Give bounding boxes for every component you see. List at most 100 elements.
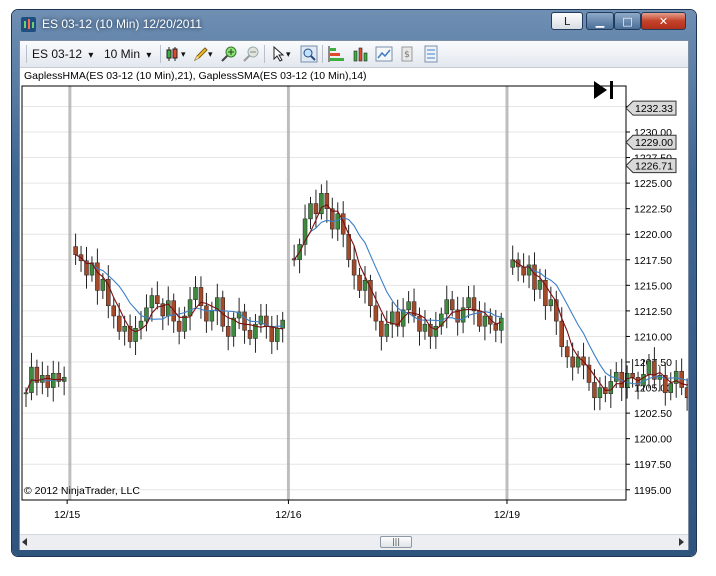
candle-body <box>357 274 362 291</box>
chart-client-area: ES 03-12 ▾ 10 Min ▾ ▾ ▾ ▾ $ 1230.00 1225… <box>19 40 689 550</box>
candle-body <box>133 328 138 342</box>
candle-body <box>422 323 428 332</box>
candle-body <box>379 320 384 337</box>
scrollbar-thumb[interactable]: ||| <box>380 536 412 548</box>
horizontal-scrollbar[interactable]: ||| <box>20 534 688 550</box>
candle-body <box>280 319 285 329</box>
y-tick-label: 1210.00 <box>634 331 672 343</box>
y-tick-label: 1225.00 <box>634 178 672 190</box>
candle-body <box>592 382 597 399</box>
candle-body <box>646 360 652 375</box>
candle-body <box>406 301 411 311</box>
candle-body <box>668 383 673 393</box>
instrument-label: ES 03-12 <box>32 47 83 61</box>
price-chart[interactable]: 1232.501230.001227.501225.001222.501220.… <box>20 68 688 534</box>
candle-body <box>351 259 357 276</box>
magnifier-icon[interactable] <box>300 45 318 63</box>
chevron-down-icon: ▾ <box>88 50 94 61</box>
close-button[interactable]: ✕ <box>641 12 686 30</box>
title-bar[interactable]: ES 03-12 (10 Min) 12/20/2011 L ▁ □ ✕ <box>12 10 696 38</box>
candle-body <box>225 325 231 337</box>
y-tick-label: 1212.50 <box>634 306 672 318</box>
price-marker-label: 1226.71 <box>635 161 673 173</box>
plot-area-border <box>21 85 627 501</box>
minimize-button[interactable]: ▁ <box>586 12 614 30</box>
x-tick-label: 12/19 <box>494 509 520 521</box>
interval-label: 10 Min <box>104 47 141 61</box>
candle-body <box>373 305 379 322</box>
candle-body <box>166 300 171 317</box>
chevron-down-icon[interactable]: ▾ <box>286 45 291 63</box>
data-box-icon[interactable]: $ <box>398 45 416 63</box>
x-tick-label: 12/16 <box>275 509 301 521</box>
candle-body <box>471 297 477 312</box>
candle-body <box>335 213 340 230</box>
interval-selector[interactable]: 10 Min ▾ <box>104 45 151 63</box>
candle-body <box>182 315 187 332</box>
candle-body <box>111 305 116 317</box>
scroll-right-arrow-icon[interactable] <box>679 538 684 546</box>
scroll-left-arrow-icon[interactable] <box>22 538 27 546</box>
strategy-icon[interactable] <box>375 45 393 63</box>
y-tick-label: 1197.50 <box>634 459 671 471</box>
candle-body <box>116 315 122 332</box>
scroll-to-end-icon[interactable] <box>594 81 607 99</box>
y-tick-label: 1200.00 <box>634 434 672 446</box>
zoom-in-icon[interactable] <box>220 45 238 63</box>
candle-body <box>269 325 275 342</box>
candle-body <box>537 279 543 290</box>
candle-body <box>608 381 614 394</box>
instrument-selector[interactable]: ES 03-12 ▾ <box>32 45 93 63</box>
candle-body <box>138 320 144 329</box>
y-tick-label: 1220.00 <box>634 229 672 241</box>
candle-body <box>384 323 390 337</box>
candle-body <box>155 295 160 304</box>
candle-body <box>684 387 688 399</box>
zoom-out-icon[interactable] <box>242 45 260 63</box>
candle-body <box>548 299 554 307</box>
svg-text:$: $ <box>404 50 410 60</box>
candle-body <box>597 387 603 399</box>
candle-body <box>417 315 422 332</box>
indicators-icon[interactable] <box>352 45 370 63</box>
chevron-down-icon[interactable]: ▾ <box>181 45 186 63</box>
candle-body <box>144 307 149 322</box>
candle-body <box>187 299 193 317</box>
candle-body <box>275 328 280 342</box>
candle-body <box>176 320 182 332</box>
candle-body <box>313 203 319 215</box>
y-tick-label: 1202.50 <box>634 408 672 420</box>
link-button[interactable]: L <box>551 12 583 30</box>
candle-body <box>564 346 570 358</box>
candle-body <box>466 297 471 309</box>
y-tick-label: 1222.50 <box>634 204 672 216</box>
maximize-button[interactable]: □ <box>614 12 641 30</box>
candle-body <box>570 356 575 368</box>
candle-body <box>100 278 106 291</box>
properties-icon[interactable] <box>422 45 440 63</box>
candle-body <box>149 295 155 309</box>
chevron-down-icon[interactable]: ▾ <box>208 45 213 63</box>
ninjatrader-app-icon <box>21 17 36 32</box>
candle-body <box>204 305 209 322</box>
chevron-down-icon: ▾ <box>146 50 152 61</box>
bar-chart-icon[interactable] <box>328 45 346 63</box>
candle-body <box>308 203 313 220</box>
scroll-to-end-bar[interactable] <box>610 81 613 99</box>
toolbar-separator <box>160 45 161 63</box>
candle-body <box>630 372 635 378</box>
candle-body <box>193 287 198 300</box>
candle-body <box>499 317 504 331</box>
candle-body <box>532 264 537 290</box>
candle-body <box>209 310 215 322</box>
indicator-label: GaplessHMA(ES 03-12 (10 Min),21), Gaples… <box>24 70 367 82</box>
y-tick-label: 1215.00 <box>634 280 672 292</box>
y-tick-label: 1195.00 <box>634 485 671 497</box>
candle-body <box>521 266 526 276</box>
candle-body <box>247 330 253 339</box>
candle-body <box>559 320 564 347</box>
window-title: ES 03-12 (10 Min) 12/20/2011 <box>42 17 202 31</box>
chart-window: ES 03-12 (10 Min) 12/20/2011 L ▁ □ ✕ ES … <box>12 10 696 556</box>
candle-body <box>242 311 247 331</box>
candle-body <box>23 392 29 395</box>
